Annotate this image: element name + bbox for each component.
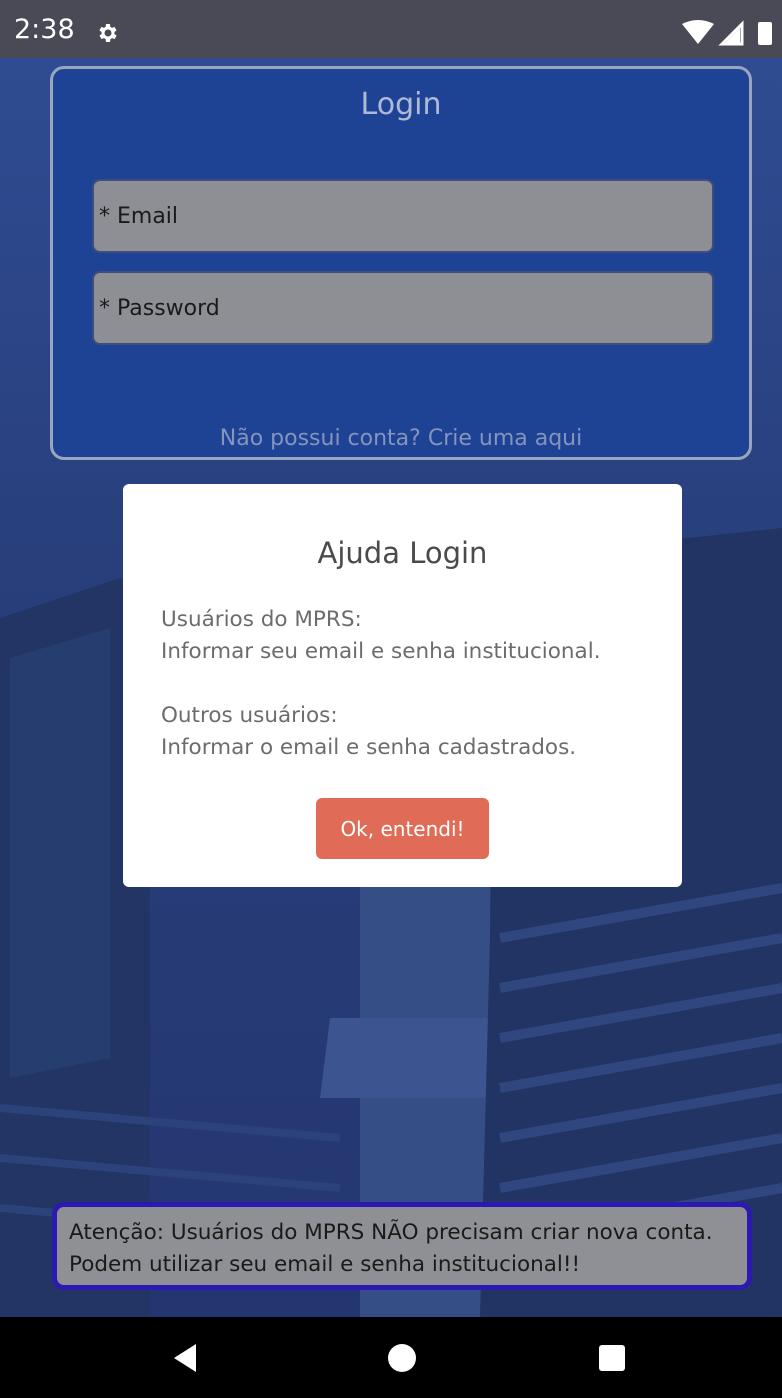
login-card: Login Não possui conta? Crie uma aqui xyxy=(50,66,752,460)
status-bar: 2:38 xyxy=(0,0,782,58)
ok-button[interactable]: Ok, entendi! xyxy=(316,798,489,859)
other-users-instruction: Informar o email e senha cadastrados. xyxy=(161,735,577,760)
dialog-title: Ajuda Login xyxy=(317,536,488,570)
back-icon[interactable] xyxy=(164,1336,208,1380)
mprs-users-heading: Usuários do MPRS: xyxy=(161,607,362,632)
mprs-users-instruction: Informar seu email e senha institucional… xyxy=(161,639,601,664)
home-icon[interactable] xyxy=(380,1336,424,1380)
login-title: Login xyxy=(360,87,442,122)
status-time: 2:38 xyxy=(14,14,75,45)
mprs-users-text: Usuários do MPRS: Informar seu email e s… xyxy=(161,604,601,668)
navigation-bar xyxy=(0,1317,782,1398)
warning-message: Atenção: Usuários do MPRS NÃO precisam c… xyxy=(52,1202,752,1290)
login-help-dialog: Ajuda Login Usuários do MPRS: Informar s… xyxy=(123,484,682,887)
other-users-heading: Outros usuários: xyxy=(161,703,338,728)
password-field[interactable] xyxy=(92,271,714,345)
signup-link[interactable]: Não possui conta? Crie uma aqui xyxy=(53,426,749,451)
other-users-text: Outros usuários: Informar o email e senh… xyxy=(161,700,576,764)
recents-icon[interactable] xyxy=(590,1336,634,1380)
status-icons xyxy=(682,20,772,46)
wifi-icon xyxy=(682,20,714,44)
battery-icon xyxy=(758,22,772,45)
settings-icon xyxy=(99,24,117,42)
email-field[interactable] xyxy=(92,179,714,253)
